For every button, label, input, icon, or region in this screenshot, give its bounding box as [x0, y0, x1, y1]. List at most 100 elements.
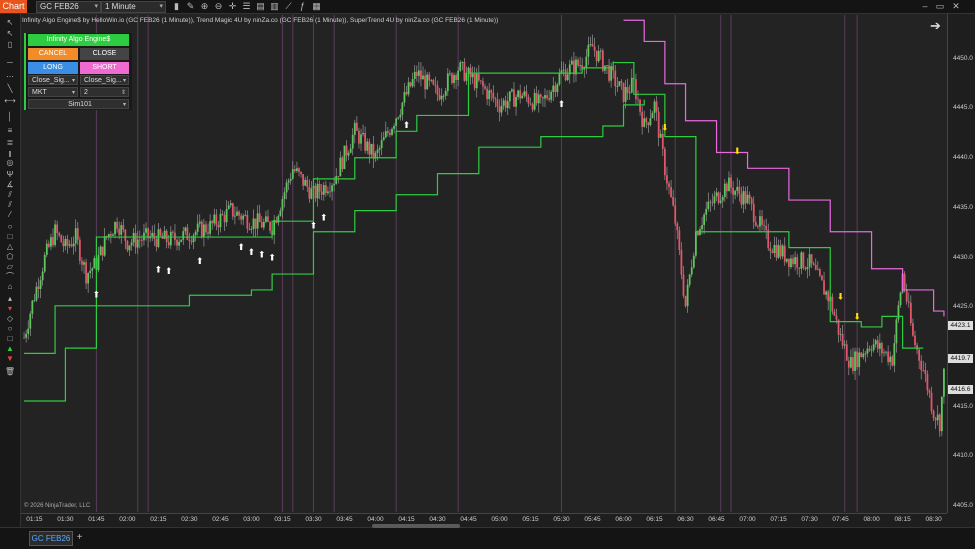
arc-icon[interactable]: ⌒ [4, 272, 16, 281]
extended-line-icon[interactable]: ⟷ [4, 96, 16, 105]
select-value: 2 [84, 89, 88, 96]
price-tick: 4435.0 [953, 204, 973, 211]
minimize-icon[interactable]: – [918, 0, 932, 13]
bottom-tab-bar [0, 527, 975, 549]
rectangle-icon[interactable]: □ [4, 232, 16, 241]
fib-circle-icon[interactable]: ◎ [4, 158, 16, 167]
time-tick: 06:30 [677, 516, 694, 523]
ray-icon[interactable]: ⋯ [4, 72, 16, 81]
horizontal-line-icon[interactable]: ─ [4, 58, 16, 67]
tab-gc-feb26[interactable]: GC FEB26 [29, 531, 73, 546]
time-tick: 03:30 [305, 516, 322, 523]
time-tick: 08:15 [894, 516, 911, 523]
time-tick: 02:00 [119, 516, 136, 523]
path-icon[interactable]: ⌂ [4, 282, 16, 291]
time-tick: 03:15 [274, 516, 291, 523]
triangle-up-icon[interactable]: ▲ [4, 344, 16, 353]
maximize-icon[interactable]: ▭ [933, 0, 947, 13]
time-tick: 04:00 [367, 516, 384, 523]
line-icon[interactable]: ╲ [4, 84, 16, 93]
diamond-icon[interactable]: ◇ [4, 314, 16, 323]
time-tick: 01:45 [88, 516, 105, 523]
scroll-to-end-icon[interactable]: ➔ [930, 18, 941, 34]
price-tick: 4405.0 [953, 502, 973, 509]
time-tick: 05:00 [491, 516, 508, 523]
triangle-down-icon[interactable]: ▼ [4, 354, 16, 363]
time-tick: 06:45 [708, 516, 725, 523]
template-icon[interactable]: ▤ [255, 1, 266, 12]
price-axis[interactable] [947, 14, 975, 513]
select-value: Sim101 [68, 101, 92, 108]
add-tab-button[interactable]: + [74, 531, 85, 544]
box-icon[interactable]: ▯ [4, 40, 16, 49]
panel-title: Infinity Algo Engine$ [28, 34, 129, 46]
chevron-down-icon: ▾ [71, 90, 75, 96]
copyright-text: © 2026 NinjaTrader, LLC [24, 503, 91, 509]
instrument-selector[interactable]: GC FEB26 ▾ [36, 1, 101, 13]
exit-strategy-left-select[interactable]: Close_Sig... ▾ [28, 75, 78, 85]
timeframe-label: 1 Minute [105, 2, 136, 11]
triangle-icon[interactable]: △ [4, 242, 16, 251]
bar-type-icon[interactable]: ▮ [171, 1, 182, 12]
arrow-down-icon[interactable]: ▾ [4, 304, 16, 313]
crosshair-icon[interactable]: ✛ [227, 1, 238, 12]
chart-trader-icon[interactable]: ▦ [311, 1, 322, 12]
square-icon[interactable]: □ [4, 334, 16, 343]
select-value: Close_Sig... [32, 77, 70, 84]
price-tick: 4450.0 [953, 55, 973, 62]
stepper-icon: ⇕ [120, 90, 126, 96]
time-tick: 06:15 [646, 516, 663, 523]
close-icon[interactable]: ✕ [949, 0, 963, 13]
indicator-caption: Infinity Algo Engine$ by HelloWin.io (GC… [22, 17, 499, 24]
vertical-line-icon[interactable]: │ [4, 112, 16, 121]
close-button[interactable]: CLOSE [80, 48, 129, 60]
polygon-icon[interactable]: ⬠ [4, 252, 16, 261]
draw-icon[interactable]: ✎ [185, 1, 196, 12]
regression-channel-icon[interactable]: ⫽ [4, 190, 16, 199]
region-icon[interactable]: ▱ [4, 262, 16, 271]
long-button[interactable]: LONG [28, 62, 78, 74]
time-tick: 07:00 [739, 516, 756, 523]
data-box-icon[interactable]: ▥ [269, 1, 280, 12]
ellipse-icon[interactable]: ○ [4, 222, 16, 231]
trash-icon[interactable]: 🗑 [4, 367, 16, 376]
fibonacci-icon[interactable]: ≡ [4, 126, 16, 135]
fib-extension-icon[interactable]: ≣ [4, 138, 16, 147]
select-value: Close_Sig... [84, 77, 122, 84]
strategies-icon[interactable]: ⟋ [283, 1, 294, 12]
algo-engine-panel: Infinity Algo Engine$ CANCEL CLOSE LONG … [24, 33, 132, 110]
time-tick: 03:45 [336, 516, 353, 523]
andrews-pitchfork-icon[interactable]: Ψ [4, 170, 16, 179]
timeframe-selector[interactable]: 1 Minute ▾ [101, 1, 166, 13]
price-tick: 4425.0 [953, 303, 973, 310]
instrument-label: GC FEB26 [40, 2, 79, 11]
zoom-in-icon[interactable]: ⊕ [199, 1, 210, 12]
gann-fan-icon[interactable]: ∡ [4, 180, 16, 189]
price-badge: 4416.6 [948, 385, 973, 394]
indicators-icon[interactable]: ƒ [297, 1, 308, 12]
price-tick: 4410.0 [953, 452, 973, 459]
cursor-icon[interactable]: ↖ [4, 29, 16, 38]
cursor-icon[interactable]: ↖ [4, 18, 16, 27]
exit-strategy-right-select[interactable]: Close_Sig... ▾ [80, 75, 129, 85]
risk-reward-icon[interactable]: ⁄ [4, 210, 16, 219]
arrow-up-icon[interactable]: ▴ [4, 294, 16, 303]
dot-icon[interactable]: ○ [4, 324, 16, 333]
time-tick: 01:15 [26, 516, 43, 523]
horizontal-scrollbar[interactable] [372, 524, 460, 528]
order-type-select[interactable]: MKT ▾ [28, 87, 78, 97]
cancel-button[interactable]: CANCEL [28, 48, 78, 60]
time-tick: 04:30 [429, 516, 446, 523]
trend-channel-icon[interactable]: ⫽ [4, 200, 16, 209]
time-tick: 05:45 [584, 516, 601, 523]
properties-icon[interactable]: ☰ [241, 1, 252, 12]
account-select[interactable]: Sim101 ▾ [28, 99, 129, 109]
zoom-out-icon[interactable]: ⊖ [213, 1, 224, 12]
chart-menu-button[interactable]: Chart [0, 0, 27, 13]
time-tick: 07:30 [801, 516, 818, 523]
quantity-stepper[interactable]: 2 ⇕ [80, 87, 129, 97]
price-chart-panel[interactable] [21, 14, 947, 513]
price-tick: 4415.0 [953, 403, 973, 410]
chevron-down-icon: ▾ [122, 78, 126, 84]
short-button[interactable]: SHORT [80, 62, 129, 74]
